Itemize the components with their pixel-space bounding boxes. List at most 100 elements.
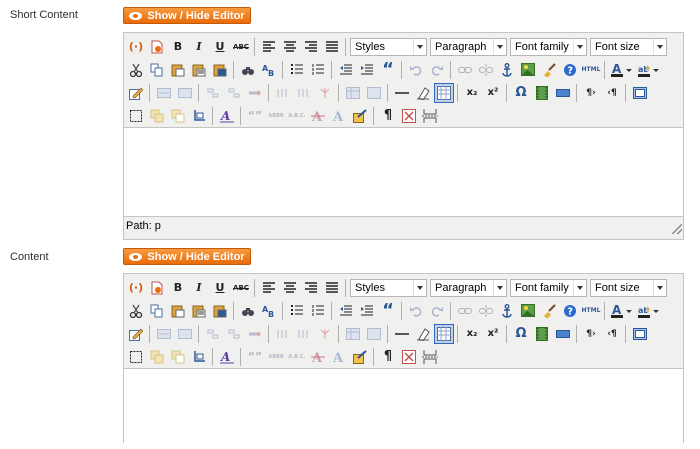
right-to-left-icon[interactable]: ‹¶ xyxy=(602,83,622,103)
align-right-icon[interactable] xyxy=(301,278,321,298)
acronym-icon[interactable]: A.B.C. xyxy=(287,106,307,126)
cut-icon[interactable] xyxy=(126,301,146,321)
undo-icon[interactable] xyxy=(406,60,426,80)
page-break-icon[interactable] xyxy=(420,106,440,126)
col-before-icon[interactable] xyxy=(273,83,293,103)
acronym-icon[interactable]: A.B.C. xyxy=(287,347,307,367)
delete-row-icon[interactable] xyxy=(245,324,265,344)
replace-icon[interactable]: AB xyxy=(259,60,279,80)
blockquote-icon[interactable]: “ xyxy=(378,300,398,321)
italic-icon[interactable]: I xyxy=(189,37,209,57)
superscript-icon[interactable]: x² xyxy=(483,83,503,103)
insert-layer-2-icon[interactable] xyxy=(147,347,167,367)
redo-icon[interactable] xyxy=(427,60,447,80)
text-color-icon[interactable]: A xyxy=(609,60,635,80)
visual-aid-icon[interactable] xyxy=(434,323,454,344)
cleanup-icon[interactable] xyxy=(539,60,559,80)
delete-col-icon[interactable] xyxy=(315,83,335,103)
delete-row-icon[interactable] xyxy=(245,83,265,103)
content-toggle-editor-button[interactable]: Show / Hide Editor xyxy=(123,248,251,265)
insertion-icon[interactable]: A xyxy=(329,106,349,126)
superscript-icon[interactable]: x² xyxy=(483,324,503,344)
remove-format-icon[interactable] xyxy=(413,324,433,344)
move-backward-icon[interactable] xyxy=(168,106,188,126)
insert-field-icon[interactable] xyxy=(553,324,573,344)
cleanup-icon[interactable] xyxy=(539,301,559,321)
left-to-right-icon[interactable]: ¶› xyxy=(581,324,601,344)
strikethrough-icon[interactable]: ABC xyxy=(231,37,251,57)
align-center-icon[interactable] xyxy=(280,37,300,57)
cell-props-icon[interactable] xyxy=(364,83,384,103)
row-after-icon[interactable] xyxy=(224,83,244,103)
unlink-icon[interactable] xyxy=(476,60,496,80)
find-icon[interactable] xyxy=(238,60,258,80)
attributes-icon[interactable] xyxy=(350,106,370,126)
numbered-list-icon[interactable] xyxy=(308,301,328,321)
align-right-icon[interactable] xyxy=(301,37,321,57)
attributes-icon[interactable] xyxy=(350,347,370,367)
help-icon[interactable]: ? xyxy=(560,60,580,80)
select-all-icon[interactable] xyxy=(126,106,146,126)
paste-text-icon[interactable] xyxy=(189,301,209,321)
numbered-list-icon[interactable] xyxy=(308,60,328,80)
link-icon[interactable] xyxy=(455,60,475,80)
background-color-icon[interactable]: ab xyxy=(636,301,662,321)
paragraph-dropdown[interactable]: Paragraph xyxy=(430,37,507,56)
nonbreaking-icon[interactable] xyxy=(399,347,419,367)
table-props-icon[interactable] xyxy=(343,83,363,103)
paste-text-icon[interactable] xyxy=(189,60,209,80)
table-props-icon[interactable] xyxy=(343,324,363,344)
deletion-icon[interactable]: A xyxy=(308,347,328,367)
copy-icon[interactable] xyxy=(147,301,167,321)
cite-icon[interactable]: “” xyxy=(245,347,265,367)
delete-col-icon[interactable] xyxy=(315,324,335,344)
bold-icon[interactable]: B xyxy=(168,278,188,298)
font-family-dropdown[interactable]: Font family xyxy=(510,37,587,56)
visual-chars-icon[interactable]: ¶ xyxy=(378,106,398,126)
italic-icon[interactable]: I xyxy=(189,278,209,298)
replace-icon[interactable]: AB xyxy=(259,301,279,321)
layer-style-icon[interactable] xyxy=(175,83,195,103)
font-family-dropdown[interactable]: Font family xyxy=(510,278,587,297)
anchor-icon[interactable] xyxy=(497,60,517,80)
align-left-icon[interactable] xyxy=(259,37,279,57)
background-color-icon[interactable]: ab xyxy=(636,60,662,80)
insert-layer-icon[interactable] xyxy=(154,83,174,103)
paste-icon[interactable] xyxy=(168,60,188,80)
bold-icon[interactable]: B xyxy=(168,37,188,57)
right-to-left-icon[interactable]: ‹¶ xyxy=(602,324,622,344)
align-justify-icon[interactable] xyxy=(322,278,342,298)
undo-icon[interactable] xyxy=(406,301,426,321)
editor-content-area[interactable] xyxy=(124,127,683,217)
insert-layer-2-icon[interactable] xyxy=(147,106,167,126)
visual-aid-icon[interactable] xyxy=(434,82,454,103)
abbreviation-icon[interactable]: ABBR xyxy=(266,106,286,126)
outdent-icon[interactable] xyxy=(336,301,356,321)
insert-layer-icon[interactable] xyxy=(154,324,174,344)
html-source-icon[interactable]: HTML xyxy=(581,301,601,321)
select-all-icon[interactable] xyxy=(126,347,146,367)
redo-icon[interactable] xyxy=(427,301,447,321)
outdent-icon[interactable] xyxy=(336,60,356,80)
edit-document-icon[interactable] xyxy=(126,324,146,344)
show-blocks-icon[interactable]: (·) xyxy=(126,278,146,298)
text-color-icon[interactable]: A xyxy=(609,301,635,321)
special-char-icon[interactable]: Ω xyxy=(511,324,531,344)
align-left-icon[interactable] xyxy=(259,278,279,298)
paste-icon[interactable] xyxy=(168,301,188,321)
image-icon[interactable] xyxy=(518,301,538,321)
edit-document-icon[interactable] xyxy=(126,83,146,103)
link-icon[interactable] xyxy=(455,301,475,321)
subscript-icon[interactable]: x₂ xyxy=(462,83,482,103)
move-backward-icon[interactable] xyxy=(168,347,188,367)
horizontal-rule-icon[interactable] xyxy=(392,83,412,103)
underline-icon[interactable]: U xyxy=(210,37,230,57)
align-justify-icon[interactable] xyxy=(322,37,342,57)
blockquote-icon[interactable]: “ xyxy=(378,59,398,80)
cite-icon[interactable]: “” xyxy=(245,106,265,126)
col-after-icon[interactable] xyxy=(294,324,314,344)
image-icon[interactable] xyxy=(518,60,538,80)
styleprops-icon[interactable]: A xyxy=(217,106,237,126)
anchor-icon[interactable] xyxy=(497,301,517,321)
absolute-position-icon[interactable] xyxy=(189,347,209,367)
